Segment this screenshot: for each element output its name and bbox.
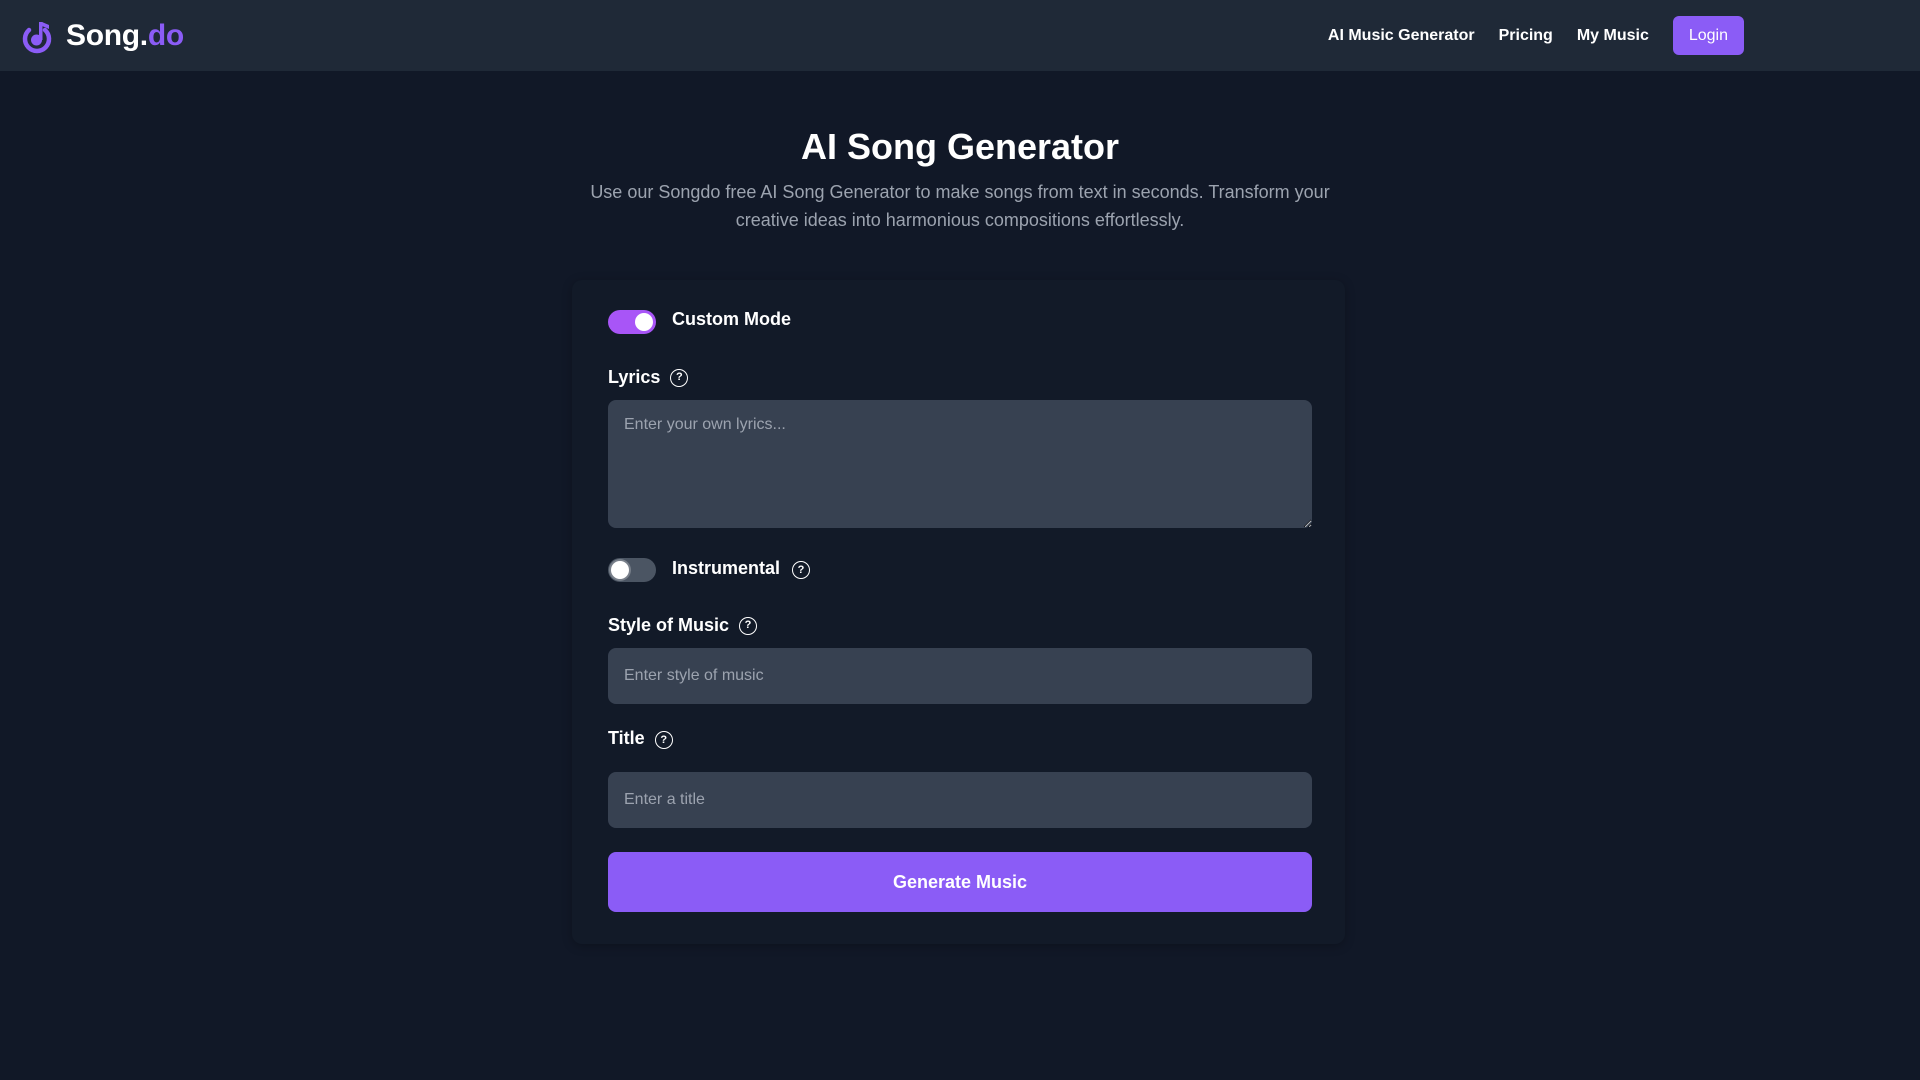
generate-music-button[interactable]: Generate Music — [608, 852, 1312, 912]
top-navbar: Song.do AI Music Generator Pricing My Mu… — [0, 0, 1920, 71]
style-label-row: Style of Music ? — [608, 615, 1312, 636]
brand-logo-link[interactable]: Song.do — [20, 17, 184, 55]
toggle-knob — [611, 561, 629, 579]
lyrics-textarea[interactable] — [608, 400, 1312, 528]
title-label: Title — [608, 727, 645, 748]
lyrics-label: Lyrics — [608, 367, 661, 387]
nav-ai-music-generator[interactable]: AI Music Generator — [1328, 27, 1475, 45]
main-nav: AI Music Generator Pricing My Music Logi… — [1328, 16, 1744, 55]
instrumental-help-icon[interactable]: ? — [792, 561, 811, 579]
nav-my-music[interactable]: My Music — [1577, 27, 1649, 45]
lyrics-help-icon[interactable]: ? — [670, 368, 689, 387]
song-generator-form: Custom Mode Lyrics ? Instrumental ? Styl… — [572, 280, 1345, 944]
toggle-knob — [635, 313, 653, 331]
style-field-wrap — [608, 648, 1312, 704]
style-of-music-label: Style of Music — [608, 615, 730, 635]
instrumental-row: Instrumental ? — [608, 558, 1312, 582]
style-of-music-input[interactable] — [608, 648, 1312, 704]
hero-section: AI Song Generator Use our Songdo free AI… — [0, 122, 1920, 234]
custom-mode-label: Custom Mode — [672, 308, 791, 329]
title-field-wrap — [608, 772, 1312, 828]
instrumental-label: Instrumental — [672, 557, 781, 578]
submit-wrap: Generate Music — [608, 852, 1312, 912]
music-note-circle-icon — [22, 22, 52, 54]
instrumental-toggle[interactable] — [608, 558, 656, 582]
custom-mode-row: Custom Mode — [608, 308, 1312, 334]
title-input[interactable] — [608, 772, 1312, 828]
login-button[interactable]: Login — [1672, 16, 1744, 55]
title-help-icon[interactable]: ? — [654, 731, 673, 749]
page-title: AI Song Generator — [800, 126, 1120, 167]
brand-name: Song.do — [66, 19, 184, 53]
title-label-row: Title ? — [608, 727, 1312, 749]
nav-pricing[interactable]: Pricing — [1499, 27, 1553, 45]
brand-name-part1: Song. — [66, 19, 148, 52]
lyrics-field-wrap — [608, 400, 1312, 533]
lyrics-label-row: Lyrics ? — [608, 367, 1312, 388]
page-subtitle: Use our Songdo free AI Song Generator to… — [590, 182, 1330, 230]
custom-mode-toggle[interactable] — [608, 310, 656, 334]
style-help-icon[interactable]: ? — [739, 616, 758, 635]
brand-name-part2: do — [147, 19, 184, 52]
